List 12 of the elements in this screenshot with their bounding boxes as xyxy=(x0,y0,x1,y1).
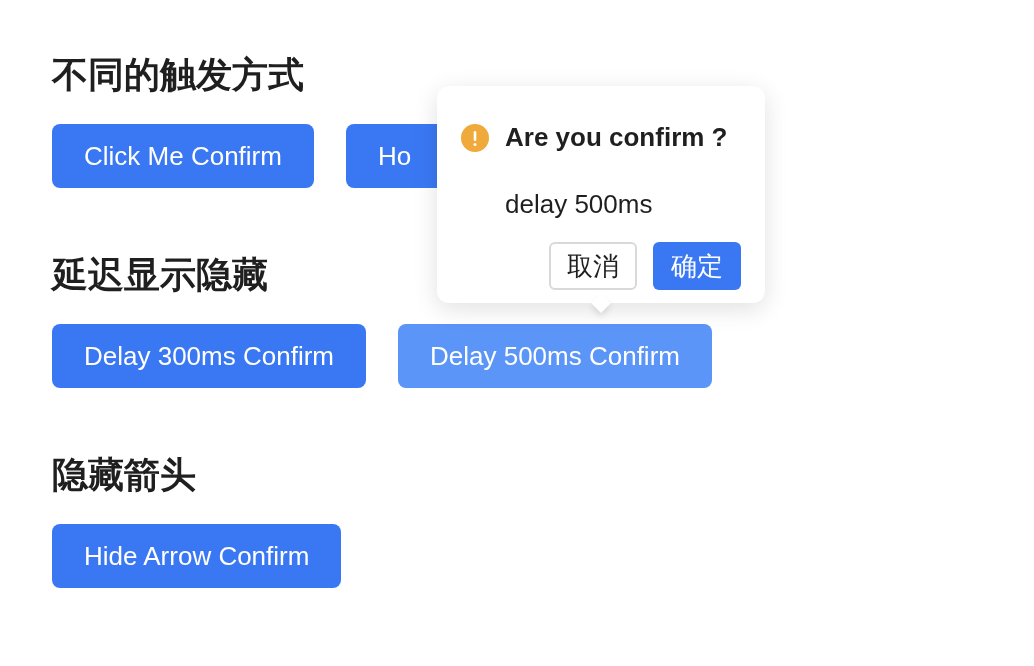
section-heading: 不同的触发方式 xyxy=(52,53,304,97)
confirm-button[interactable]: Delay 500ms Confirm xyxy=(398,324,712,388)
section-heading: 隐藏箭头 xyxy=(52,453,196,497)
confirm-button[interactable]: 确定 xyxy=(653,242,741,290)
confirm-button[interactable]: Delay 300ms Confirm xyxy=(52,324,366,388)
popover-title: Are you confirm ? xyxy=(505,121,728,154)
section-heading: 延迟显示隐藏 xyxy=(52,253,268,297)
confirm-button[interactable]: Click Me Confirm xyxy=(52,124,314,188)
popover-description: delay 500ms xyxy=(505,188,653,221)
cancel-button[interactable]: 取消 xyxy=(549,242,637,290)
warning-icon xyxy=(461,123,489,152)
confirm-button[interactable]: Hide Arrow Confirm xyxy=(52,524,342,588)
